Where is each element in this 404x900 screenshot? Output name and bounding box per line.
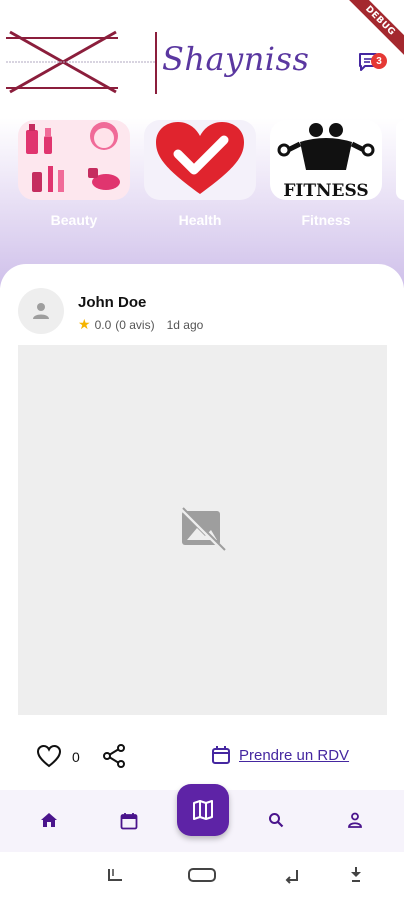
star-icon: ★ <box>78 316 91 332</box>
nav-search[interactable] <box>268 812 284 833</box>
recent-apps-icon <box>108 869 122 881</box>
avatar[interactable] <box>18 288 64 334</box>
post-actions: 0 Prendre un RDV <box>0 738 404 778</box>
chevron-down-icon <box>351 867 361 882</box>
person-icon <box>348 812 362 828</box>
nav-profile[interactable] <box>347 812 363 833</box>
calendar-icon <box>212 746 230 764</box>
post-author[interactable]: John Doe <box>78 294 146 311</box>
map-icon <box>193 800 213 820</box>
nav-home[interactable] <box>40 812 58 833</box>
debug-label: DEBUG <box>339 0 404 62</box>
home-icon <box>41 813 57 827</box>
calendar-icon <box>120 813 138 830</box>
category-fitness[interactable]: FITNESS Fitness <box>270 120 382 228</box>
share-icon <box>103 744 125 768</box>
category-label: Fitness <box>301 212 351 228</box>
hide-keyboard-button[interactable] <box>348 866 364 889</box>
like-count: 0 <box>72 749 80 765</box>
system-nav-bar <box>0 852 404 900</box>
post-time: 1d ago <box>166 317 204 332</box>
category-label: Health <box>178 212 222 228</box>
broken-image-icon <box>179 506 226 554</box>
back-button[interactable] <box>283 866 301 889</box>
category-beauty[interactable]: Beauty <box>18 120 130 228</box>
nav-calendar[interactable] <box>120 812 138 835</box>
search-icon <box>269 813 284 828</box>
heart-icon <box>36 744 62 768</box>
category-next-peek[interactable] <box>396 120 404 200</box>
fitness-image: FITNESS <box>270 120 382 200</box>
home-pill-icon <box>188 868 216 882</box>
category-carousel: Beauty Health FITNESS Fitness <box>0 118 404 288</box>
cosmetics-image <box>18 120 130 200</box>
logo-text: Shayniss <box>162 40 310 78</box>
debug-banner: DEBUG <box>334 0 404 70</box>
like-button[interactable] <box>36 744 62 773</box>
category-label: Beauty <box>50 212 98 228</box>
recent-apps-button[interactable] <box>106 866 124 889</box>
book-appointment-link[interactable]: Prendre un RDV <box>211 745 349 765</box>
category-health[interactable]: Health <box>144 120 256 228</box>
share-button[interactable] <box>101 743 127 774</box>
post-meta: ★ 0.0 (0 avis) 1d ago <box>78 316 203 333</box>
heart-check-image <box>144 120 256 200</box>
post-image-placeholder[interactable] <box>18 345 387 715</box>
book-appointment-label: Prendre un RDV <box>239 746 350 764</box>
map-button[interactable] <box>177 784 229 836</box>
back-icon <box>285 870 298 884</box>
post-reviews: (0 avis) <box>115 317 155 332</box>
post-card: John Doe ★ 0.0 (0 avis) 1d ago 0 Prendre… <box>0 264 404 790</box>
person-icon <box>33 303 49 319</box>
fitness-image-text: FITNESS <box>283 181 368 200</box>
post-rating: 0.0 <box>94 317 112 332</box>
home-button[interactable] <box>188 868 216 887</box>
